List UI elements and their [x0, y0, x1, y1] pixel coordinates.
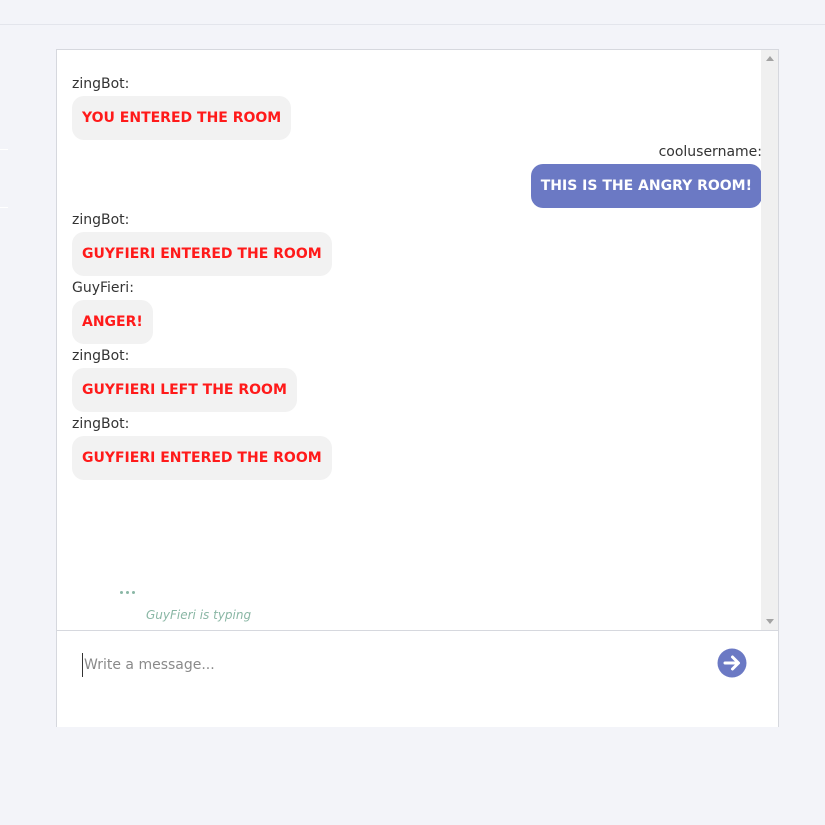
message-list[interactable]: zingBot: YOU ENTERED THE ROOM cooluserna…	[57, 50, 761, 630]
own-message-bubble: THIS IS THE ANGRY ROOM!	[530, 164, 761, 208]
scroll-up-arrow-icon[interactable]	[766, 56, 774, 61]
chat-window: zingBot: YOU ENTERED THE ROOM cooluserna…	[56, 49, 779, 727]
send-button[interactable]	[717, 648, 747, 678]
message-sender: coolusername:	[658, 144, 761, 160]
message-item: GuyFieri: ANGER!	[72, 280, 153, 344]
message-sender: GuyFieri:	[72, 280, 134, 296]
message-sender: zingBot:	[72, 348, 130, 364]
side-divider	[0, 149, 8, 150]
arrow-right-circle-icon	[717, 648, 747, 678]
message-sender: zingBot:	[72, 416, 130, 432]
message-sender: zingBot:	[72, 76, 130, 92]
message-item: zingBot: GUYFIERI ENTERED THE ROOM	[72, 416, 332, 480]
typing-indicator: GuyFieri is typing	[146, 608, 252, 622]
side-divider	[0, 207, 8, 208]
message-bubble: YOU ENTERED THE ROOM	[72, 96, 292, 140]
message-item: zingBot: GUYFIERI LEFT THE ROOM	[72, 348, 297, 412]
own-message-item: coolusername: THIS IS THE ANGRY ROOM!	[530, 144, 761, 208]
scroll-down-arrow-icon[interactable]	[766, 619, 774, 624]
scrollbar[interactable]	[761, 50, 778, 630]
typing-dots-icon	[120, 591, 138, 610]
message-item: zingBot: GUYFIERI ENTERED THE ROOM	[72, 212, 332, 276]
message-bubble: GUYFIERI ENTERED THE ROOM	[72, 232, 332, 276]
message-bubble: ANGER!	[72, 300, 153, 344]
message-sender: zingBot:	[72, 212, 130, 228]
message-bubble: GUYFIERI ENTERED THE ROOM	[72, 436, 332, 480]
message-bubble: GUYFIERI LEFT THE ROOM	[72, 368, 297, 412]
message-composer	[57, 630, 778, 727]
top-divider	[0, 24, 825, 25]
message-item: zingBot: YOU ENTERED THE ROOM	[72, 76, 292, 140]
message-input[interactable]	[82, 653, 684, 677]
